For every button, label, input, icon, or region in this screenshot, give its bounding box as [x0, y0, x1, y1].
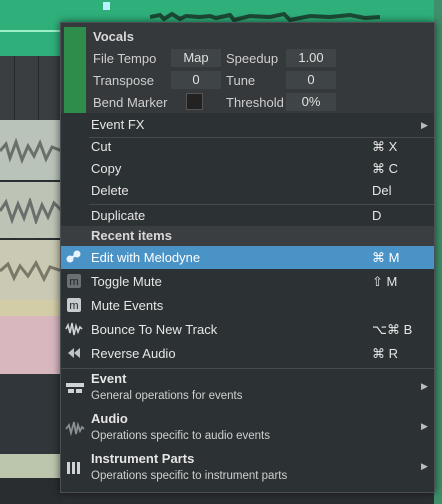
- bend-marker-checkbox[interactable]: [186, 93, 203, 110]
- menu-item-reverse-audio[interactable]: Reverse Audio ⌘ R: [61, 342, 434, 366]
- menu-item-label: Event FX: [91, 117, 145, 132]
- bend-marker-label: Bend Marker: [93, 95, 168, 110]
- menu-item-label: Toggle Mute: [91, 274, 162, 289]
- submenu-arrow-icon: ▶: [421, 421, 428, 431]
- submenu-label: Instrument Parts: [91, 451, 195, 466]
- waveform-icon: [0, 198, 62, 224]
- submenu-arrow-icon: ▶: [421, 381, 428, 391]
- menu-item-edit-with-melodyne[interactable]: Edit with Melodyne ⌘ M: [61, 246, 434, 269]
- tune-field[interactable]: 0: [286, 71, 336, 89]
- shortcut-label: ⌘ C: [372, 161, 398, 176]
- audio-event[interactable]: [0, 240, 62, 300]
- automation-line: [0, 30, 60, 32]
- audio-event[interactable]: [0, 300, 62, 316]
- mute-icon: m: [67, 298, 81, 312]
- melodyne-icon: [66, 250, 81, 263]
- audio-event[interactable]: [0, 120, 62, 180]
- shortcut-label: ⌘ M: [372, 250, 400, 265]
- transpose-field[interactable]: 0: [171, 71, 221, 89]
- menu-item-toggle-mute[interactable]: m Toggle Mute ⇧ M: [61, 270, 434, 294]
- audio-event[interactable]: [0, 182, 62, 238]
- submenu-label: Event: [91, 371, 127, 386]
- svg-text:m: m: [69, 276, 78, 288]
- menu-item-mute-events[interactable]: m Mute Events: [61, 294, 434, 318]
- shortcut-label: ⌘ R: [372, 346, 398, 361]
- submenu-description: Operations specific to instrument parts: [91, 470, 288, 482]
- speedup-field[interactable]: 1.00: [286, 49, 336, 67]
- menu-item-label: Cut: [91, 139, 112, 154]
- menu-item-cut[interactable]: Cut ⌘ X: [61, 136, 434, 158]
- menu-item-label: Edit with Melodyne: [91, 250, 201, 265]
- menu-item-label: Duplicate: [91, 208, 146, 223]
- menu-item-label: Delete: [91, 183, 129, 198]
- scrollbar[interactable]: [434, 0, 442, 504]
- submenu-label: Audio: [91, 411, 128, 426]
- speedup-label: Speedup: [226, 51, 279, 66]
- submenu-description: Operations specific to audio events: [91, 430, 270, 442]
- menu-item-event-fx[interactable]: Event FX ▶: [61, 114, 434, 136]
- mute-toggle-icon: m: [67, 274, 81, 288]
- shortcut-label: ⇧ M: [372, 274, 398, 289]
- svg-text:m: m: [69, 300, 78, 312]
- track-lane: [0, 478, 62, 504]
- track-lane: [0, 374, 62, 454]
- event-context-menu: Vocals File Tempo Map Speedup 1.00 Trans…: [60, 22, 435, 493]
- event-title: Vocals: [93, 29, 134, 44]
- tune-label: Tune: [226, 73, 256, 88]
- audio-event[interactable]: [0, 316, 62, 374]
- shortcut-label: ⌥⌘ B: [372, 322, 413, 337]
- submenu-audio[interactable]: Audio Operations specific to audio event…: [61, 409, 434, 449]
- audio-waveform-icon: [65, 421, 85, 437]
- section-title: Recent items: [91, 228, 172, 243]
- threshold-field[interactable]: 0%: [286, 93, 336, 111]
- menu-item-label: Bounce To New Track: [91, 322, 218, 337]
- bounce-waveform-icon: [65, 322, 83, 336]
- menu-item-label: Mute Events: [91, 298, 164, 313]
- submenu-arrow-icon: ▶: [421, 120, 428, 130]
- menu-item-copy[interactable]: Copy ⌘ C: [61, 158, 434, 180]
- event-properties-panel: Vocals File Tempo Map Speedup 1.00 Trans…: [61, 23, 434, 113]
- waveform-icon: [0, 259, 62, 283]
- event-color-swatch[interactable]: [64, 27, 86, 113]
- submenu-arrow-icon: ▶: [421, 461, 428, 471]
- shortcut-label: ⌘ X: [372, 139, 398, 154]
- event-icon: [66, 383, 84, 393]
- submenu-event[interactable]: Event General operations for events ▶: [61, 369, 434, 409]
- menu-item-bounce-to-new-track[interactable]: Bounce To New Track ⌥⌘ B: [61, 318, 434, 342]
- submenu-instrument-parts[interactable]: Instrument Parts Operations specific to …: [61, 449, 434, 489]
- transpose-label: Transpose: [93, 73, 154, 88]
- keyboard-icon: [67, 462, 80, 474]
- menu-item-label: Copy: [91, 161, 122, 176]
- recent-items-header: Recent items: [61, 226, 434, 246]
- waveform-icon: [0, 138, 62, 164]
- menu-item-label: Reverse Audio: [91, 346, 176, 361]
- audio-event[interactable]: [0, 454, 62, 478]
- menu-item-delete[interactable]: Delete Del: [61, 180, 434, 202]
- shortcut-label: D: [372, 208, 382, 223]
- submenu-description: General operations for events: [91, 390, 243, 402]
- file-tempo-field[interactable]: Map: [171, 49, 221, 67]
- reverse-icon: [68, 348, 80, 358]
- shortcut-label: Del: [372, 183, 392, 198]
- playhead-marker[interactable]: [103, 2, 110, 10]
- file-tempo-label: File Tempo: [93, 51, 157, 66]
- threshold-label: Threshold: [226, 95, 284, 110]
- menu-item-duplicate[interactable]: Duplicate D: [61, 205, 434, 227]
